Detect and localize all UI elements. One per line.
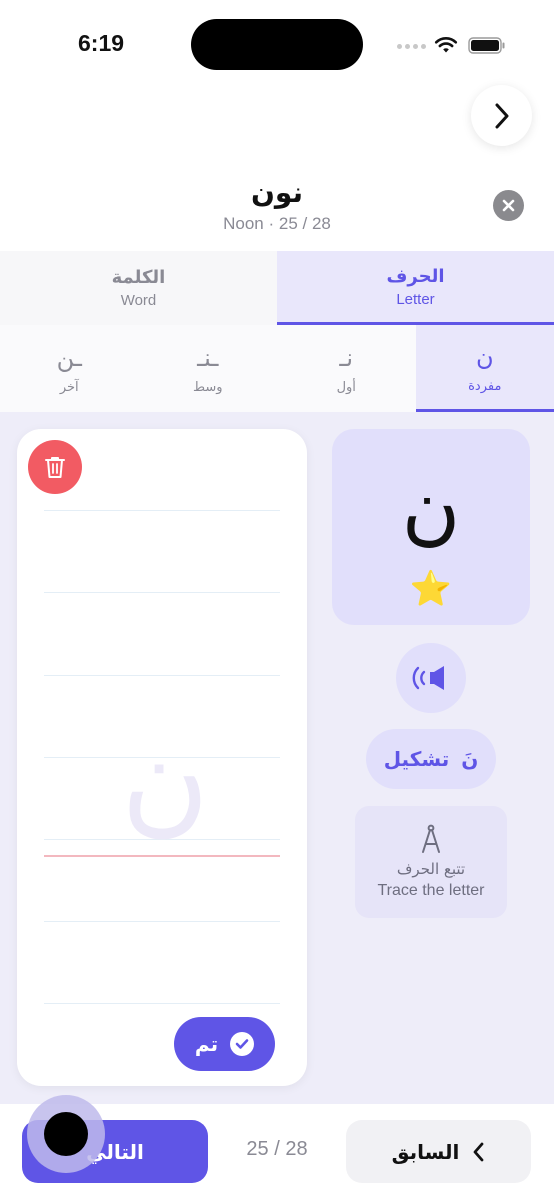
guide-line [44,510,280,511]
wifi-icon [434,37,458,53]
play-audio-button[interactable] [396,643,466,713]
form-tab-isolated[interactable]: ن مفردة [415,325,554,412]
tab-word-label-en: Word [120,292,157,309]
progress-counter: 25 / 28 [246,1138,308,1160]
form-glyph: ـن [56,344,82,372]
tab-word-label-ar: الكلمة [111,267,166,288]
speaker-icon [412,666,444,690]
tashkeel-mark: نَ [461,747,479,771]
form-tab-final[interactable]: ـن آخر [0,325,139,412]
forward-button[interactable] [471,85,532,146]
form-glyph: ن [475,342,494,371]
previous-button[interactable]: السابق [346,1120,531,1183]
previous-button-label: السابق [391,1139,460,1164]
battery-icon [468,37,505,54]
status-time: 6:19 [78,30,125,56]
guide-line [44,592,280,593]
letter-display-card: ن ⭐ [332,429,530,625]
dynamic-island [191,19,363,70]
form-tab-initial[interactable]: نـ أول [277,325,416,412]
letter-display: ن [401,461,461,554]
done-button[interactable]: تم [174,1017,275,1071]
compass-icon [422,824,440,853]
trace-letter-button[interactable]: تتبع الحرف Trace the letter [355,806,507,918]
trace-label-en: Trace the letter [377,882,485,899]
done-button-label: تم [194,1032,219,1056]
tab-word[interactable]: الكلمة Word [0,251,277,325]
star-icon: ⭐ [409,569,453,609]
trace-letter-guide: ن [120,710,210,849]
tab-letter-label-en: Letter [396,290,435,308]
guide-line [44,675,280,676]
page-subtitle: Noon · 25 / 28 [223,214,331,233]
form-label: آخر [59,380,79,395]
trace-label-ar: تتبع الحرف [396,860,466,878]
mode-tabs: الكلمة Word الحرف Letter [0,251,554,325]
tab-letter[interactable]: الحرف Letter [277,251,554,325]
guide-line [44,921,280,922]
check-icon [230,1032,255,1056]
signal-icon [397,44,426,49]
page-title: نون [251,176,303,209]
form-label: مفردة [468,378,502,394]
guide-line [44,1003,280,1004]
form-label: أول [336,380,356,395]
form-glyph: ـنـ [197,344,219,372]
assistive-touch-dot [44,1112,88,1156]
tab-letter-label-ar: الحرف [386,265,445,287]
tashkeel-button[interactable]: تشكيل نَ [366,729,496,789]
form-glyph: نـ [339,344,354,372]
trash-icon [45,457,65,478]
assistive-touch-button[interactable] [27,1095,105,1173]
tashkeel-label: تشكيل [383,747,450,771]
form-tab-medial[interactable]: ـنـ وسط [139,325,278,412]
close-button[interactable] [493,190,524,221]
letter-form-tabs: ـن آخر ـنـ وسط نـ أول ن مفردة [0,325,554,412]
chevron-right-icon [495,103,508,128]
close-icon [502,199,515,212]
chevron-left-icon [473,1142,484,1161]
letter-lesson-screen: 6:19 نون Noon · 25 / 28 الكلمة Word الحر… [0,0,554,1200]
clear-button[interactable] [28,440,82,494]
form-label: وسط [192,380,223,395]
